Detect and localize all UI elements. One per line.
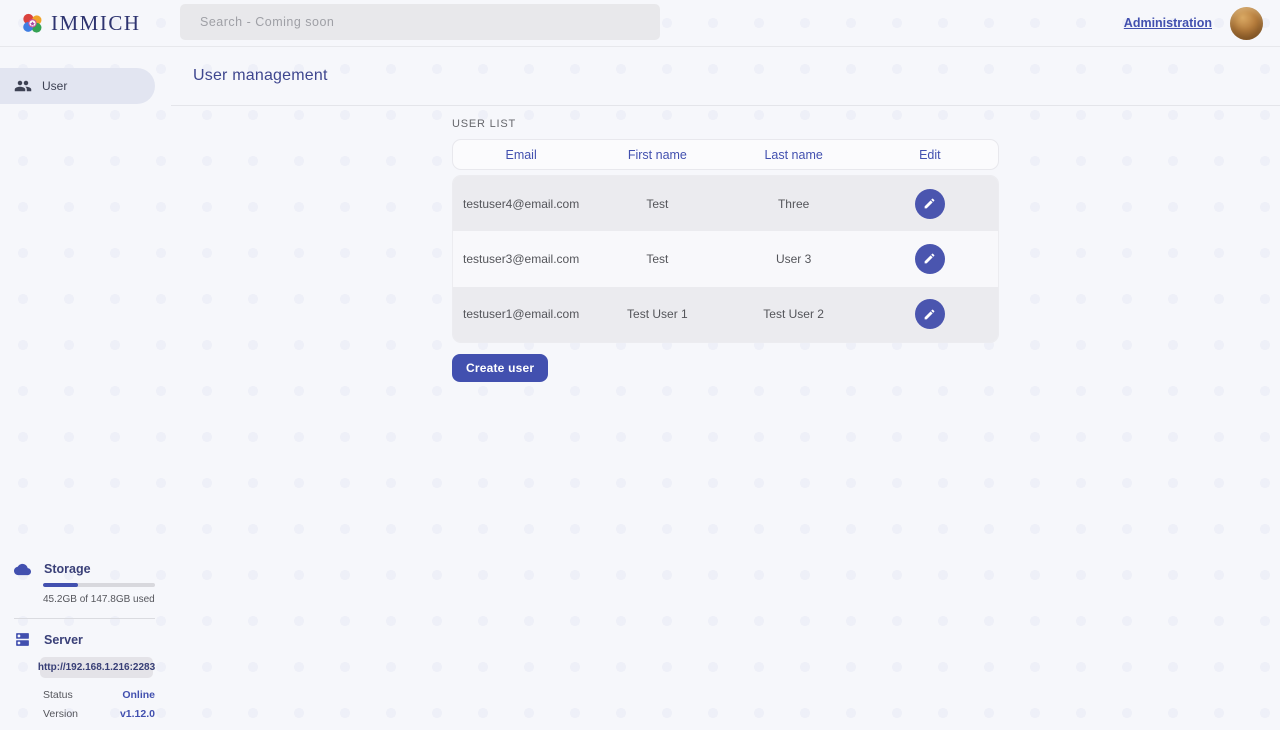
table-header-row: Email First name Last name Edit (452, 139, 999, 170)
page-title: User management (193, 67, 328, 85)
administration-link[interactable]: Administration (1124, 16, 1212, 30)
user-list-label: USER LIST (452, 118, 999, 130)
main-panel: User management USER LIST Email First na… (171, 47, 1280, 730)
sidebar-item-label: User (42, 79, 67, 93)
user-last-name: User 3 (726, 252, 862, 266)
pencil-icon (923, 308, 936, 321)
create-user-button[interactable]: Create user (452, 354, 548, 382)
brand-name: IMMICH (51, 11, 141, 36)
users-icon (14, 77, 32, 95)
column-header-email: Email (453, 148, 589, 162)
user-table-body: testuser4@email.com Test Three (452, 175, 999, 343)
server-icon (14, 631, 31, 648)
table-row: testuser1@email.com Test User 1 Test Use… (453, 287, 998, 342)
column-header-last-name: Last name (726, 148, 862, 162)
cloud-icon (14, 563, 31, 576)
column-header-first-name: First name (589, 148, 725, 162)
user-last-name: Three (726, 197, 862, 211)
title-bar: User management (171, 47, 1280, 106)
server-status-value: Online (122, 689, 155, 701)
user-first-name: Test (589, 252, 725, 266)
user-first-name: Test (589, 197, 725, 211)
user-email: testuser4@email.com (453, 197, 589, 211)
pencil-icon (923, 252, 936, 265)
edit-user-button[interactable] (915, 244, 945, 274)
storage-usage-text: 45.2GB of 147.8GB used (43, 594, 155, 605)
storage-progress-bar (43, 583, 155, 587)
sidebar-divider (14, 618, 155, 619)
avatar[interactable] (1230, 7, 1263, 40)
sidebar-status-panel: Storage 45.2GB of 147.8GB used Server ht… (0, 562, 171, 720)
column-header-edit: Edit (862, 148, 998, 162)
sidebar-item-user[interactable]: User (0, 68, 155, 104)
search-input[interactable] (180, 4, 660, 40)
edit-user-button[interactable] (915, 189, 945, 219)
user-last-name: Test User 2 (726, 307, 862, 321)
storage-progress-fill (43, 583, 78, 587)
server-version-value: v1.12.0 (120, 708, 155, 720)
pencil-icon (923, 197, 936, 210)
immich-flower-logo-icon (20, 11, 45, 36)
server-status-label: Status (43, 689, 73, 701)
server-title: Server (44, 633, 83, 647)
user-email: testuser3@email.com (453, 252, 589, 266)
server-url-chip: http://192.168.1.216:2283 (40, 657, 153, 678)
edit-user-button[interactable] (915, 299, 945, 329)
table-row: testuser3@email.com Test User 3 (453, 231, 998, 286)
user-email: testuser1@email.com (453, 307, 589, 321)
brand[interactable]: IMMICH (20, 11, 141, 36)
user-first-name: Test User 1 (589, 307, 725, 321)
table-row: testuser4@email.com Test Three (453, 176, 998, 231)
server-version-label: Version (43, 708, 78, 720)
top-navbar: IMMICH Administration (0, 0, 1280, 47)
sidebar: User Storage 45.2GB of 147.8GB used (0, 47, 171, 730)
storage-title: Storage (44, 562, 91, 576)
